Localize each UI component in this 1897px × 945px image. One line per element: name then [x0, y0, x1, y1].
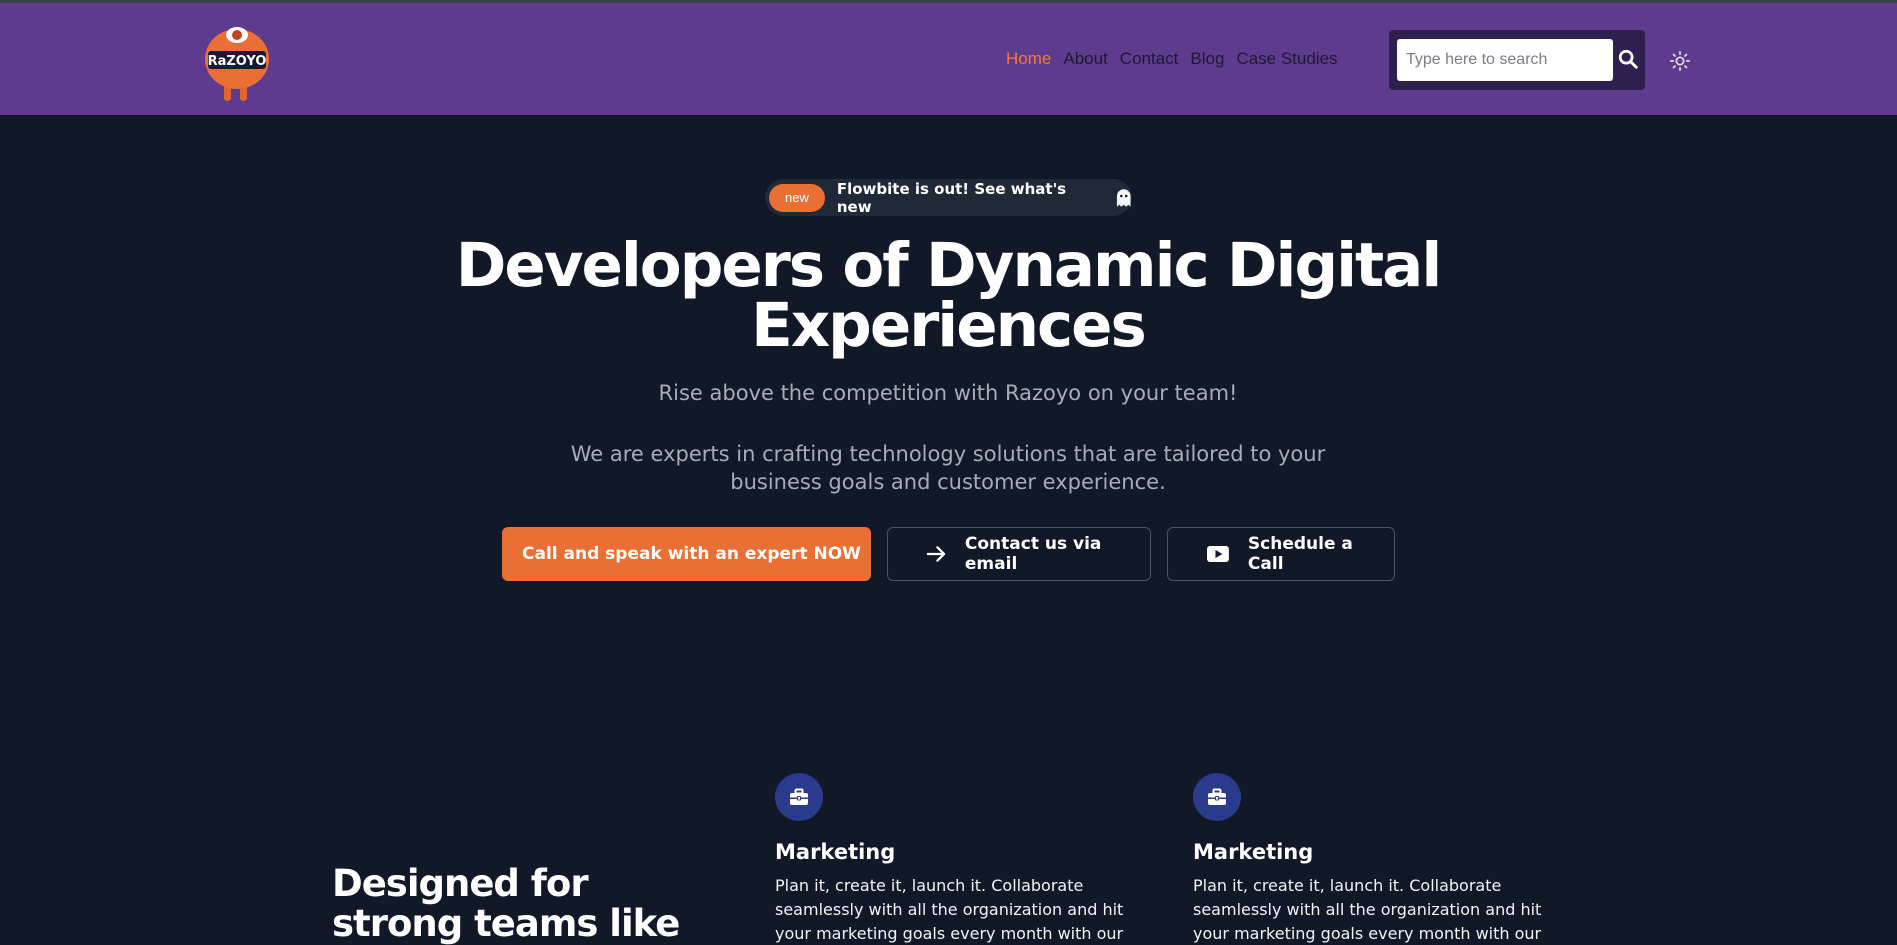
hero-description-line2: business goals and customer experience.	[730, 470, 1166, 494]
feature-title: Marketing	[1193, 840, 1314, 864]
features-heading-line1: Designed for	[332, 862, 589, 905]
announcement-text: Flowbite is out! See what's new	[836, 179, 1067, 216]
hero-title-line2: Experiences	[751, 290, 1147, 361]
feature-card: Marketing Plan it, create it, launch it.…	[775, 773, 1155, 945]
hero-description: We are experts in crafting technology so…	[548, 440, 1348, 496]
site-header: RaZOYO Home About Contact Blog Case Stud…	[0, 3, 1897, 115]
feature-title: Marketing	[775, 840, 896, 864]
schedule-call-label: Schedule a Call	[1247, 534, 1353, 574]
svg-text:RaZOYO: RaZOYO	[208, 54, 267, 69]
feature-icon-wrap	[775, 773, 823, 821]
nav-blog[interactable]: Blog	[1190, 49, 1224, 69]
search-input[interactable]	[1397, 39, 1613, 81]
arrow-right-icon	[926, 546, 946, 562]
briefcase-icon	[1208, 788, 1226, 805]
hero-subtitle: Rise above the competition with Razoyo o…	[658, 381, 1238, 405]
feature-card: Marketing Plan it, create it, launch it.…	[1193, 773, 1573, 945]
contact-email-label: Contact us via email	[964, 534, 1102, 574]
call-expert-button[interactable]: Call and speak with an expert NOW	[502, 527, 871, 581]
sun-icon[interactable]	[1669, 50, 1691, 72]
schedule-call-button[interactable]: Schedule a Call	[1167, 527, 1395, 581]
main-nav: Home About Contact Blog Case Studies	[1006, 49, 1350, 69]
contact-email-button[interactable]: Contact us via email	[887, 527, 1151, 581]
razoyo-logo[interactable]: RaZOYO	[202, 19, 272, 103]
hero-title: Developers of Dynamic Digital Experience…	[348, 235, 1548, 356]
features-heading-line2: strong teams like	[332, 902, 680, 945]
features-heading: Designed for strong teams like	[332, 864, 712, 944]
nav-about[interactable]: About	[1063, 49, 1107, 69]
search-box	[1389, 30, 1645, 90]
feature-text: Plan it, create it, launch it. Collabora…	[1193, 876, 1542, 943]
ghost-icon	[1116, 188, 1131, 207]
feature-icon-wrap	[1193, 773, 1241, 821]
feature-text: Plan it, create it, launch it. Collabora…	[775, 876, 1124, 943]
new-tag: new	[769, 183, 825, 212]
nav-contact[interactable]: Contact	[1120, 49, 1179, 69]
call-expert-label: Call and speak with an expert NOW	[522, 544, 861, 564]
hero-description-line1: We are experts in crafting technology so…	[570, 442, 1326, 466]
search-icon[interactable]	[1617, 48, 1639, 70]
briefcase-icon	[790, 788, 808, 805]
announcement-badge[interactable]: new Flowbite is out! See what's new	[765, 179, 1132, 216]
nav-home[interactable]: Home	[1006, 49, 1051, 69]
nav-case-studies[interactable]: Case Studies	[1236, 49, 1337, 69]
video-play-icon	[1206, 546, 1229, 562]
